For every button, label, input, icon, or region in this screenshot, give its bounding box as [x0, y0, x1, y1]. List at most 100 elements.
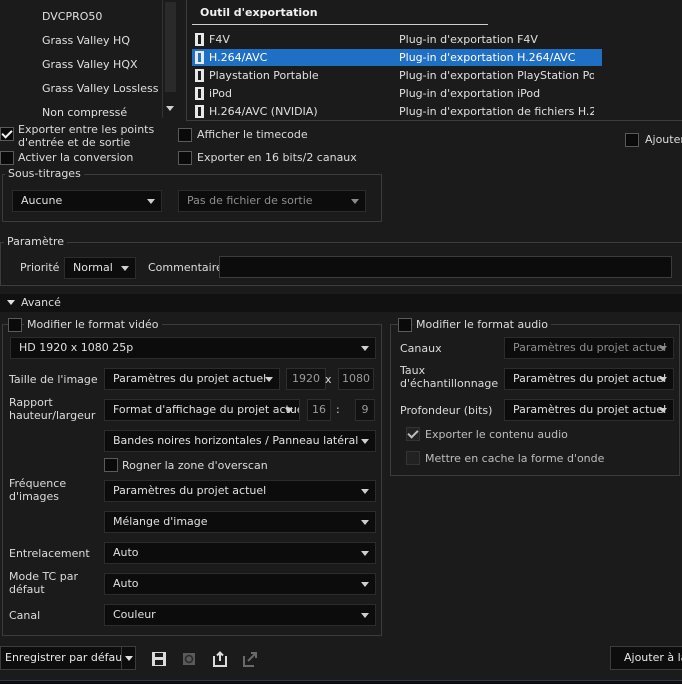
film-strip-icon: [195, 33, 204, 46]
aspect-value: Format d'affichage du projet actuel: [113, 403, 300, 416]
tcmode-select[interactable]: Auto: [104, 573, 376, 595]
chevron-down-icon: [121, 266, 129, 271]
chevron-down-icon: [361, 582, 369, 587]
codec-item[interactable]: Grass Valley HQ: [42, 34, 130, 47]
cache-waveform-checkbox[interactable]: [406, 451, 420, 465]
framerate-select[interactable]: Paramètres du projet actuel: [104, 480, 376, 502]
cache-waveform-label: Mettre en cache la forme d'onde: [425, 452, 605, 465]
codec-item[interactable]: Grass Valley Lossless: [42, 82, 158, 95]
save-default-dropdown[interactable]: [121, 646, 136, 670]
modify-audio-checkbox[interactable]: [398, 318, 412, 332]
chevron-down-icon: [285, 408, 293, 413]
add-checkbox[interactable]: [625, 133, 639, 147]
save-default-button[interactable]: Enregistrer par défaut: [0, 646, 127, 670]
channels-label: Canaux: [400, 342, 442, 355]
chevron-down-icon: [361, 613, 369, 618]
export-between-points-checkbox[interactable]: [0, 127, 14, 141]
export-icon[interactable]: [241, 650, 259, 668]
channels-select[interactable]: Paramètres du projet actuel: [504, 337, 674, 359]
chevron-down-icon: [125, 656, 133, 661]
width-field[interactable]: 1920: [286, 368, 326, 390]
subtitles-select[interactable]: Aucune: [12, 190, 162, 212]
add-to-button[interactable]: Ajouter à la: [610, 646, 682, 670]
collapse-triangle-icon: [7, 300, 15, 305]
letterbox-select[interactable]: Bandes noires horizontales / Panneau lat…: [104, 430, 376, 452]
export-16bit-label: Exporter en 16 bits/2 canaux: [197, 151, 357, 164]
header-underline: [192, 24, 488, 25]
tool-name: H.264/AVC: [209, 51, 268, 64]
scroll-down-arrow-icon[interactable]: [166, 106, 174, 111]
film-strip-icon: [195, 69, 204, 82]
chevron-down-icon: [361, 346, 369, 351]
modify-video-checkbox[interactable]: [8, 318, 22, 332]
export-tool-row[interactable]: iPod Plug-in d'exportation iPod: [192, 85, 602, 102]
enable-conversion-label: Activer la conversion: [18, 151, 134, 164]
height-field[interactable]: 1080: [338, 368, 374, 390]
film-strip-icon: [195, 51, 204, 64]
export-tool-row-selected[interactable]: H.264/AVC Plug-in d'exportation H.264/AV…: [192, 49, 602, 66]
save-default-label: Enregistrer par défaut: [5, 651, 127, 664]
import-icon[interactable]: [211, 650, 229, 668]
interlace-select[interactable]: Auto: [104, 542, 376, 564]
audio-legend: Modifier le format audio: [413, 318, 551, 331]
export-16bit-checkbox[interactable]: [178, 151, 192, 165]
chevron-down-icon: [659, 408, 667, 413]
tool-desc: Plug-in d'exportation de fichiers H.26..…: [399, 105, 594, 118]
bottom-divider: [0, 680, 682, 684]
add-to-label: Ajouter à la: [624, 651, 682, 664]
chevron-down-icon: [361, 489, 369, 494]
save-disk-icon[interactable]: [150, 650, 168, 668]
export-tool-row[interactable]: F4V Plug-in d'exportation F4V: [192, 31, 602, 48]
aspect-separator: :: [336, 403, 340, 416]
crop-overscan-checkbox[interactable]: [104, 458, 118, 472]
interlace-label: Entrelacement: [9, 547, 90, 560]
codec-item[interactable]: DVCPRO50: [42, 10, 102, 23]
tool-name: H.264/AVC (NVIDIA): [209, 105, 318, 118]
aspect-label: Rapport hauteur/largeur: [9, 396, 96, 422]
image-size-select[interactable]: Paramètres du projet actuel: [104, 368, 280, 390]
samplerate-label: Taux d'échantillonnage: [400, 364, 499, 390]
chevron-down-icon: [361, 520, 369, 525]
comment-label: Commentaire: [148, 261, 223, 274]
letterbox-value: Bandes noires horizontales / Panneau lat…: [113, 434, 359, 447]
priority-select[interactable]: Normal: [64, 257, 136, 279]
codec-item[interactable]: Grass Valley HQX: [42, 58, 138, 71]
depth-select[interactable]: Paramètres du projet actuel: [504, 399, 674, 421]
aspect-h-field[interactable]: 9: [355, 399, 375, 421]
output-file-select[interactable]: Pas de fichier de sortie: [178, 190, 366, 212]
advanced-toggle[interactable]: Avancé: [0, 294, 682, 312]
channel-select[interactable]: Couleur: [104, 604, 376, 626]
image-size-label: Taille de l'image: [9, 373, 98, 386]
tool-name: Playstation Portable: [209, 69, 319, 82]
codec-item[interactable]: Non compressé: [42, 106, 127, 119]
export-tool-row[interactable]: H.264/AVC (NVIDIA) Plug-in d'exportation…: [192, 103, 602, 120]
film-strip-icon: [195, 87, 204, 100]
chevron-down-icon: [659, 346, 667, 351]
show-timecode-label: Afficher le timecode: [197, 128, 308, 141]
enable-conversion-checkbox[interactable]: [0, 151, 14, 165]
chevron-down-icon: [147, 199, 155, 204]
video-preset-select[interactable]: HD 1920 x 1080 25p: [10, 337, 376, 359]
export-tool-row[interactable]: Playstation Portable Plug-in d'exportati…: [192, 67, 602, 84]
add-label: Ajouter: [645, 133, 682, 146]
chevron-down-icon: [351, 199, 359, 204]
blend-select[interactable]: Mélange d'image: [104, 511, 376, 533]
samplerate-select[interactable]: Paramètres du projet actuel: [504, 368, 674, 390]
show-timecode-checkbox[interactable]: [178, 128, 192, 142]
samplerate-value: Paramètres du projet actuel: [513, 372, 667, 385]
aspect-w-field[interactable]: 16: [307, 399, 331, 421]
export-tool-header: Outil d'exportation: [200, 6, 318, 19]
codec-list-scrollbar[interactable]: [162, 0, 178, 118]
tool-desc: Plug-in d'exportation F4V: [399, 33, 538, 46]
export-audio-label: Exporter le contenu audio: [425, 428, 568, 441]
export-audio-checkbox[interactable]: [406, 427, 420, 441]
image-size-value: Paramètres du projet actuel: [113, 372, 267, 385]
channel-label: Canal: [9, 609, 41, 622]
comment-input[interactable]: [219, 256, 672, 278]
tcmode-label: Mode TC par défaut: [9, 570, 78, 596]
reset-icon[interactable]: [180, 650, 198, 668]
scroll-thumb[interactable]: [165, 2, 176, 92]
chevron-down-icon: [659, 377, 667, 382]
aspect-select[interactable]: Format d'affichage du projet actuel: [104, 399, 300, 421]
channels-value: Paramètres du projet actuel: [513, 341, 667, 354]
